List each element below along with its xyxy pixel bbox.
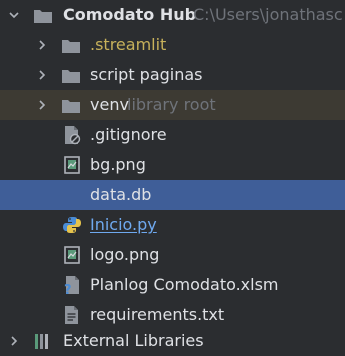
ignored-file-icon [62,125,82,145]
image-file-icon [62,245,82,265]
python-file-icon [62,215,82,235]
tree-item-label: bg.png [90,155,146,174]
chevron-right-icon[interactable] [34,37,50,53]
tree-item-external-libraries[interactable]: External Libraries [0,326,345,356]
tree-item-data-db[interactable]: data.db [0,180,345,210]
unknown-file-icon: ? [62,275,82,295]
tree-item-streamlit[interactable]: .streamlit [0,30,345,60]
tree-item-label: logo.png [90,245,160,264]
tree-item-label: Inicio.py [90,215,157,234]
project-tree: Comodato Hub C:\Users\jonathasc .streaml… [0,0,345,350]
folder-icon [33,5,53,25]
tree-item-venv[interactable]: venv library root [0,90,345,120]
svg-text:?: ? [64,283,72,295]
tree-item-label: Planlog Comodato.xlsm [90,275,279,294]
text-file-icon [62,305,82,325]
tree-item-script-paginas[interactable]: script paginas [0,60,345,90]
chevron-right-icon[interactable] [6,333,22,349]
chevron-right-icon[interactable] [34,67,50,83]
image-file-icon [62,155,82,175]
chevron-down-icon[interactable] [6,7,22,23]
tree-item-planlog-xlsm[interactable]: ? Planlog Comodato.xlsm [0,270,345,300]
root-folder-path: C:\Users\jonathasc [193,5,343,24]
tree-item-label: script paginas [90,65,203,84]
folder-icon [61,95,81,115]
tree-item-label: venv [90,95,129,114]
tree-item-logo-png[interactable]: logo.png [0,240,345,270]
tree-item-label: .gitignore [90,125,167,144]
tree-item-inicio-py[interactable]: Inicio.py [0,210,345,240]
library-icon [33,331,53,351]
root-folder-name: Comodato Hub [63,5,197,24]
chevron-right-icon[interactable] [34,97,50,113]
library-root-hint: library root [127,95,216,114]
tree-item-label: .streamlit [90,35,167,54]
tree-item-bg-png[interactable]: bg.png [0,150,345,180]
folder-icon [61,65,81,85]
tree-item-label: data.db [90,185,152,204]
tree-item-gitignore[interactable]: .gitignore [0,120,345,150]
tree-item-label: External Libraries [63,331,204,350]
folder-icon [61,35,81,55]
tree-root-row[interactable]: Comodato Hub C:\Users\jonathasc [0,0,345,30]
